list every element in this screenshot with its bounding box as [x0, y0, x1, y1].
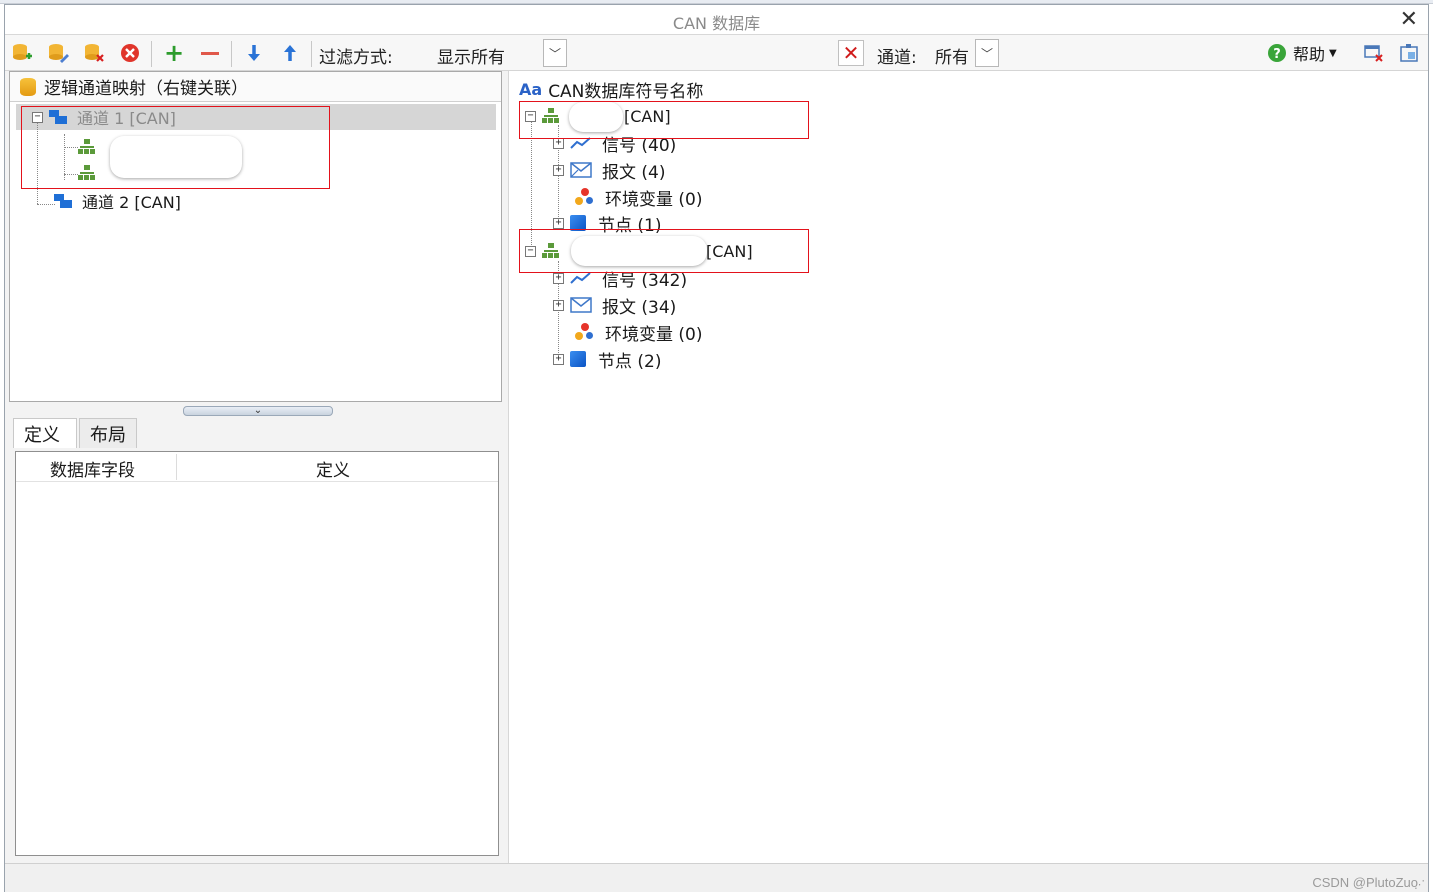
tree-item-channel-2[interactable]: 通道 2 [CAN] — [54, 188, 181, 214]
tree-item-env-vars-1[interactable]: 环境变量 (0) — [575, 184, 702, 210]
channel-select-value[interactable]: 所有 — [935, 43, 969, 68]
database-icon — [20, 77, 36, 96]
caret-down-icon: ▼ — [1329, 47, 1337, 59]
svg-text:?: ? — [1273, 47, 1281, 62]
dock-panel-button[interactable] — [1396, 41, 1422, 65]
envelope-icon — [570, 162, 592, 178]
chevron-down-icon: ﹀ — [548, 46, 561, 61]
column-header-db-field[interactable]: 数据库字段 — [50, 456, 135, 481]
expand-icon[interactable]: + — [553, 137, 564, 149]
status-bar: CSDN @PlutoZuo ⋰ — [5, 863, 1428, 892]
tab-label: 定义 — [24, 424, 60, 446]
arrow-up-icon — [284, 45, 296, 61]
expand-icon[interactable]: + — [553, 272, 564, 284]
messages-label: 报文 (4) — [602, 162, 666, 183]
red-x-icon: ✕ — [842, 41, 860, 65]
toolbar-separator — [151, 41, 152, 67]
highlight-box — [519, 229, 809, 273]
close-icon[interactable]: ✕ — [1400, 7, 1418, 32]
nodes-label: 节点 (2) — [598, 351, 662, 372]
window-dock-icon — [1400, 44, 1418, 62]
window-title: CAN 数据库 — [672, 14, 761, 33]
expand-icon[interactable]: + — [553, 353, 564, 365]
remove-button[interactable] — [197, 41, 223, 65]
highlight-box — [519, 101, 809, 139]
window-close-icon — [1364, 45, 1383, 62]
env-variable-icon — [575, 323, 595, 341]
symbol-tree-title: CAN数据库符号名称 — [548, 82, 704, 102]
watermark: CSDN @PlutoZuo — [1312, 875, 1418, 890]
tree-item-messages-2[interactable]: + 报文 (34) — [553, 292, 676, 318]
definition-grid: 数据库字段 定义 — [15, 451, 499, 856]
column-separator[interactable] — [176, 454, 177, 480]
env-vars-label: 环境变量 (0) — [605, 189, 703, 210]
toolbar: + 过滤方式: 显示所有 ﹀ ✕ 通道: 所有 ﹀ ? 帮助 ▼ — [5, 35, 1428, 71]
symbol-tree-header: Aa CAN数据库符号名称 — [519, 77, 703, 102]
database-remove-icon — [85, 44, 104, 62]
help-label: 帮助 — [1293, 45, 1326, 64]
delete-all-button[interactable] — [117, 41, 143, 65]
help-button[interactable]: ? 帮助 ▼ — [1267, 41, 1337, 65]
add-button[interactable]: + — [161, 39, 187, 67]
grid-header: 数据库字段 定义 — [16, 452, 498, 482]
tab-layout[interactable]: 布局 — [79, 418, 137, 448]
filter-dropdown-button[interactable]: ﹀ — [543, 39, 567, 67]
channel-icon — [54, 194, 72, 208]
node-icon — [570, 351, 586, 367]
close-panel-button[interactable] — [1361, 41, 1387, 65]
tree-item-messages-1[interactable]: + 报文 (4) — [553, 157, 665, 183]
move-down-button[interactable] — [241, 41, 267, 65]
remove-database-button[interactable] — [81, 41, 107, 65]
font-aa-icon: Aa — [519, 80, 543, 99]
env-variable-icon — [575, 188, 595, 206]
minus-icon — [201, 51, 219, 55]
tab-label: 布局 — [90, 424, 126, 446]
edit-database-button[interactable] — [45, 41, 71, 65]
tree-item-env-vars-2[interactable]: 环境变量 (0) — [575, 319, 702, 345]
chevron-down-icon: ⌄ — [253, 405, 263, 416]
expand-icon[interactable]: + — [553, 299, 564, 311]
channel-label: 通道: — [877, 48, 917, 68]
clear-filter-button[interactable]: ✕ — [838, 40, 864, 66]
symbol-tree-panel: Aa CAN数据库符号名称 − [CAN] + 信号 (40) + 报文 (4)… — [508, 71, 1428, 863]
tree-line — [37, 204, 55, 205]
tab-definition[interactable]: 定义 — [13, 418, 77, 448]
arrow-down-icon — [248, 45, 260, 61]
messages-label: 报文 (34) — [602, 297, 677, 318]
resize-grip-icon[interactable]: ⋰ — [1414, 878, 1426, 891]
chevron-down-icon: ﹀ — [980, 46, 993, 61]
env-vars-label: 环境变量 (0) — [605, 324, 703, 345]
expand-icon[interactable]: + — [553, 164, 564, 176]
move-up-button[interactable] — [277, 41, 303, 65]
column-header-definition[interactable]: 定义 — [316, 456, 350, 481]
toolbar-separator — [311, 41, 312, 67]
expand-icon[interactable]: + — [553, 217, 564, 229]
title-bar: CAN 数据库 ✕ — [5, 5, 1428, 35]
channel-2-label: 通道 2 [CAN] — [82, 193, 181, 212]
highlight-box — [21, 106, 330, 189]
channel-mapping-header: 逻辑通道映射（右键关联） — [10, 72, 501, 102]
panel-splitter[interactable]: ⌄ — [183, 406, 333, 416]
plus-icon: + — [163, 39, 185, 67]
signal-icon — [570, 272, 591, 284]
channel-mapping-title: 逻辑通道映射（右键关联） — [44, 79, 248, 99]
channel-mapping-panel: 逻辑通道映射（右键关联） − 通道 1 [CAN] 通道 2 [CAN] — [9, 71, 502, 402]
filter-label: 过滤方式: — [319, 48, 393, 68]
filter-select-value[interactable]: 显示所有 — [437, 43, 505, 68]
channel-dropdown-button[interactable]: ﹀ — [975, 39, 999, 67]
add-database-button[interactable] — [9, 41, 35, 65]
help-icon: ? — [1268, 44, 1286, 62]
can-database-window: CAN 数据库 ✕ + 过滤方式: 显示所有 ﹀ ✕ 通道: 所有 ﹀ ? 帮助… — [4, 4, 1429, 892]
toolbar-separator — [231, 41, 232, 67]
cancel-circle-icon — [121, 44, 139, 62]
envelope-icon — [570, 297, 592, 313]
tree-item-nodes-2[interactable]: + 节点 (2) — [553, 346, 661, 372]
database-edit-icon — [49, 44, 69, 63]
database-add-icon — [13, 44, 32, 60]
